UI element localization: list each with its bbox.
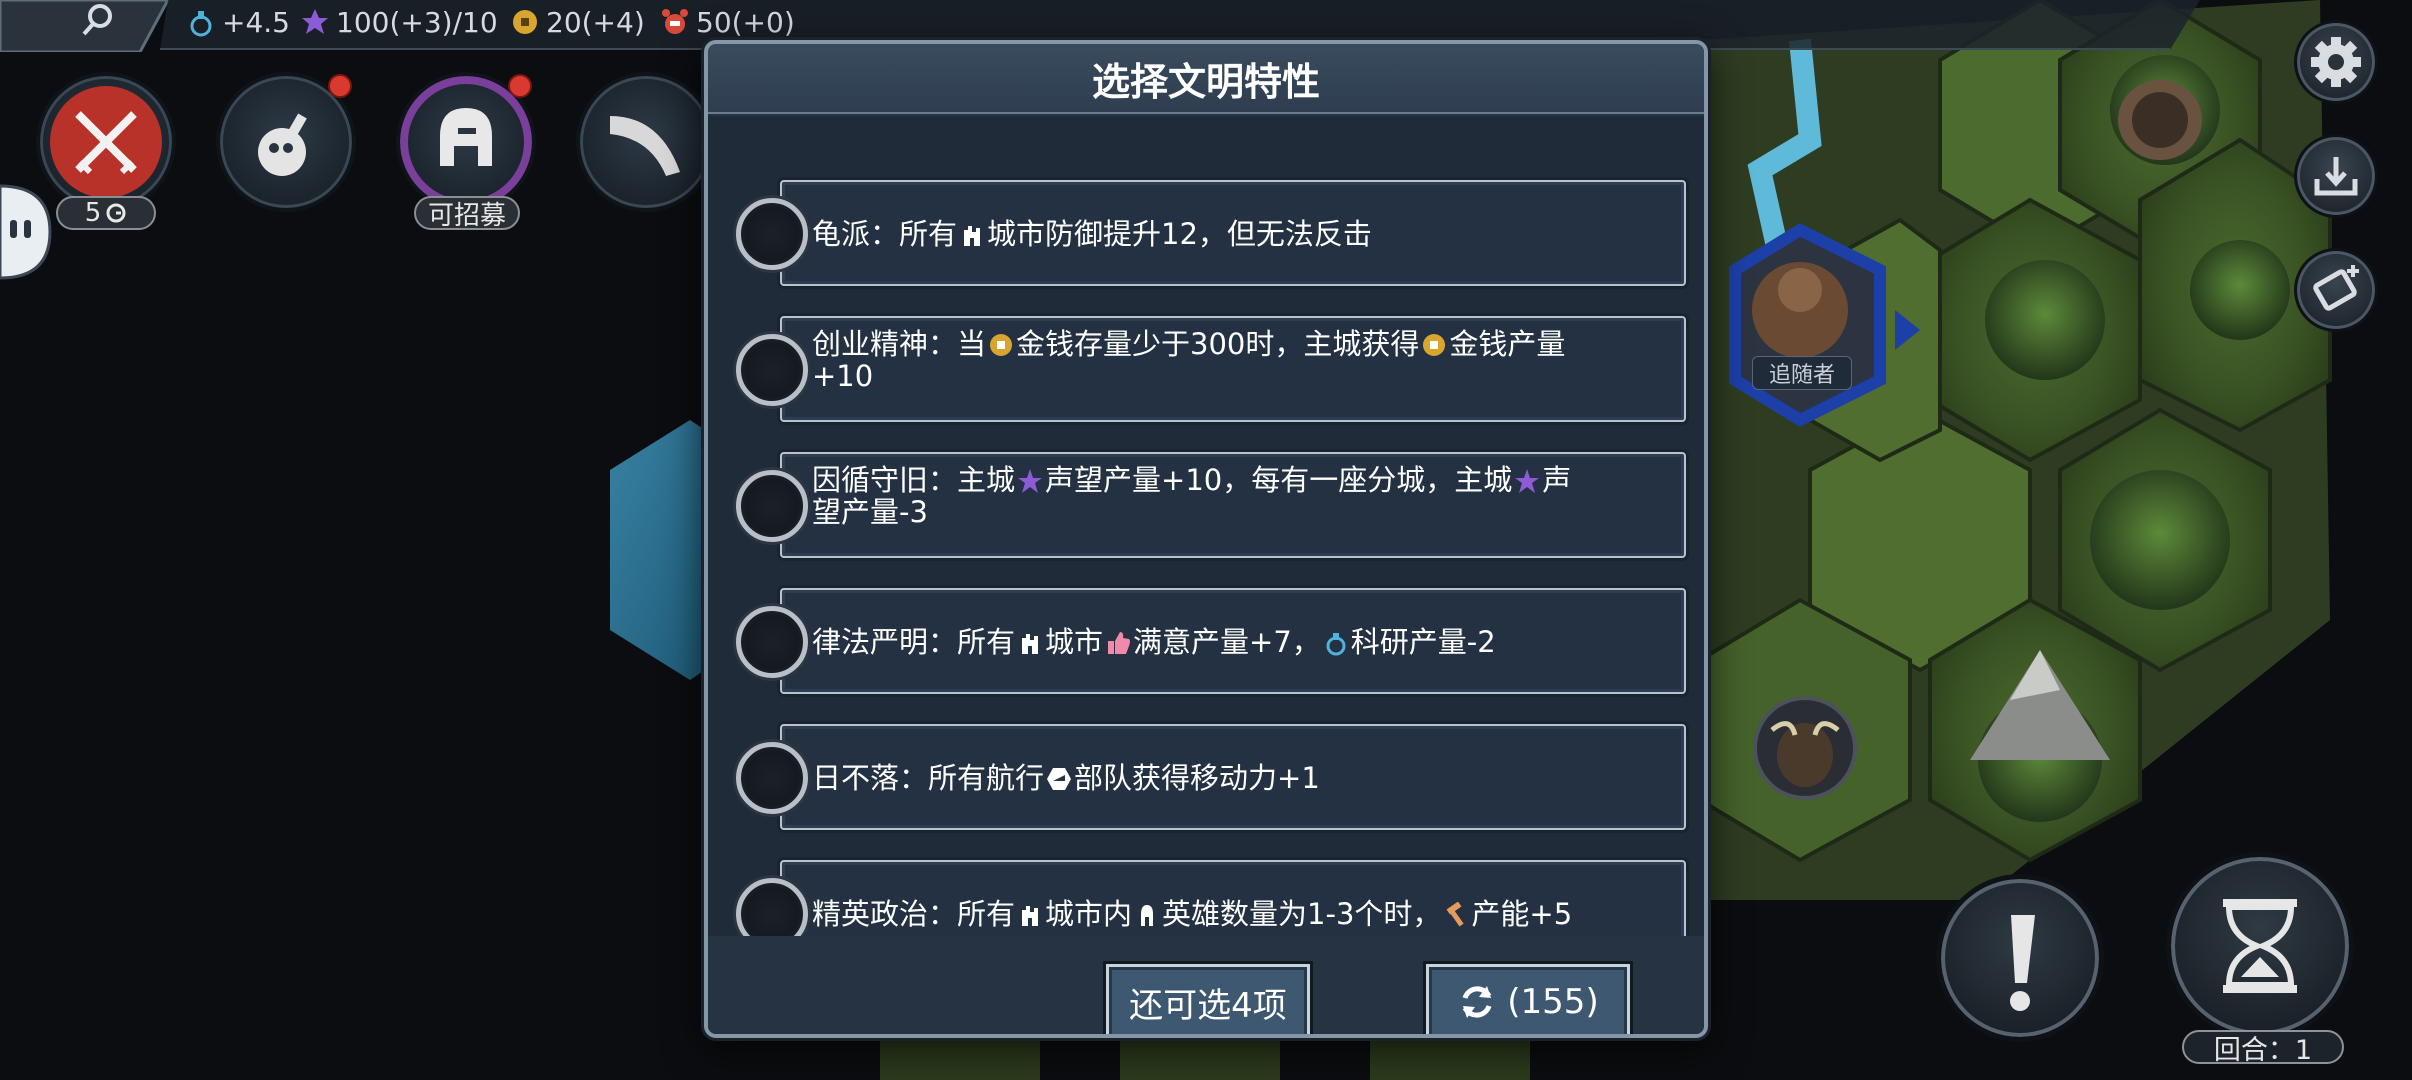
- trait-text-part: 创业精神：当: [812, 327, 987, 361]
- trait-text: 龟派：所有 城市防御提升12，但无法反击: [812, 218, 1672, 250]
- coin-icon: [1423, 334, 1446, 356]
- science-value: +4.5: [222, 5, 290, 39]
- trait-text: 日不落：所有航行 部队获得移动力+1: [812, 762, 1672, 794]
- remaining-selections-label: 还可选4项: [1129, 985, 1287, 1026]
- hammer-icon: [1446, 902, 1465, 927]
- gold-resource[interactable]: 20(+4): [510, 4, 645, 40]
- trait-text-part: 金钱产量: [1449, 327, 1566, 361]
- alert-button[interactable]: [1936, 874, 2104, 1042]
- refresh-icon: [1462, 986, 1492, 1018]
- search-tab[interactable]: [0, 0, 170, 52]
- trait-text-part: 望产量-3: [812, 495, 928, 529]
- trait-text-part: 律法严明：所有: [812, 625, 1016, 659]
- trait-option-turtle[interactable]: 龟派：所有 城市防御提升12，但无法反击: [720, 162, 1698, 286]
- trait-text-part: 日不落：所有航行: [812, 761, 1045, 795]
- trait-text: 创业精神：当 金钱存量少于300时，主城获得 金钱产量 +10: [812, 328, 1672, 392]
- trait-option-rule-of-law[interactable]: 律法严明：所有 城市 满意产量+7， 科研产量-2: [720, 570, 1698, 694]
- trait-text: 律法严明：所有 城市 满意产量+7， 科研产量-2: [812, 626, 1672, 658]
- trait-text-part: 因循守旧：主城: [812, 463, 1016, 497]
- gold-value: 20(+4): [546, 5, 645, 39]
- prestige-value: 100(+3)/10: [336, 5, 498, 39]
- end-turn-button[interactable]: [2166, 852, 2354, 1040]
- war-count-badge: 5: [56, 196, 156, 230]
- refresh-cost: (155): [1507, 982, 1599, 1022]
- trait-text-part: 科研产量-2: [1350, 625, 1496, 659]
- trait-text: 精英政治：所有 城市内 英雄数量为1-3个时， 产能+5: [812, 898, 1672, 930]
- dialog-title: 选择文明特性: [708, 44, 1704, 114]
- horn-button[interactable]: [576, 72, 716, 212]
- prestige-resource[interactable]: 100(+3)/10: [300, 4, 498, 40]
- trait-text-part: 声: [1542, 463, 1572, 497]
- flask-icon: [190, 11, 212, 37]
- settings-button[interactable]: [2294, 20, 2378, 104]
- chat-bubble-button[interactable]: [0, 184, 52, 280]
- trait-text-part: 城市: [1045, 625, 1104, 659]
- timer-icon: [106, 203, 126, 223]
- hero-icon: [1141, 905, 1154, 926]
- food-value: 50(+0): [696, 5, 795, 39]
- refresh-button[interactable]: (155): [1426, 964, 1630, 1034]
- star-icon: [1515, 469, 1540, 493]
- war-button[interactable]: [36, 72, 176, 212]
- city-icon: [964, 226, 981, 246]
- trait-option-never-setting-sun[interactable]: 日不落：所有航行 部队获得移动力+1: [720, 706, 1698, 830]
- star-icon: [1018, 469, 1043, 493]
- trait-radio[interactable]: [736, 334, 808, 406]
- war-count: 5: [84, 198, 102, 228]
- trait-text-part: 金钱存量少于300时，主城获得: [1016, 327, 1420, 361]
- trait-radio[interactable]: [736, 198, 808, 270]
- turn-counter: 回合：1: [2182, 1030, 2344, 1066]
- resource-bar: +4.5 100(+3)/10 20(+4) 50(+0): [0, 0, 2200, 52]
- potion-notification-dot: [328, 74, 352, 98]
- city-icon: [1022, 906, 1039, 926]
- dialog-footer: 还可选4项 (155): [708, 936, 1704, 1034]
- trait-text: 因循守旧：主城 声望产量+10，每有一座分城，主城声望产量-3: [812, 464, 1672, 528]
- trait-text-part: 城市防御提升12，但无法反击: [987, 217, 1372, 251]
- follower-label: 追随者: [1752, 356, 1852, 390]
- trait-option-entrepreneurship[interactable]: 创业精神：当 金钱存量少于300时，主城获得 金钱产量 +10: [720, 298, 1698, 422]
- pause-icon: [10, 220, 17, 238]
- trait-radio[interactable]: [736, 470, 808, 542]
- trait-text-part: 城市内: [1045, 897, 1133, 931]
- gear-icon: [2311, 37, 2361, 87]
- coin-icon: [513, 10, 537, 34]
- remaining-selections-button[interactable]: 还可选4项: [1106, 964, 1310, 1034]
- trait-radio[interactable]: [736, 742, 808, 814]
- trait-text-part: 声望产量+10，每有一座分城，主城: [1045, 463, 1513, 497]
- ticket-plus-icon: [2313, 265, 2359, 311]
- ticket-button[interactable]: [2294, 248, 2378, 332]
- science-resource[interactable]: +4.5: [186, 4, 290, 40]
- save-button[interactable]: [2294, 134, 2378, 218]
- civilization-trait-dialog: 选择文明特性 龟派：所有 城市防御提升12，但无法反击 创业精神：当 金钱存量少于3…: [704, 40, 1708, 1038]
- recruit-badge: 可招募: [414, 196, 520, 231]
- trait-text-part: +10: [812, 359, 874, 393]
- star-icon: [302, 9, 328, 34]
- trait-text-part: 满意产量+7，: [1133, 625, 1321, 659]
- trait-text-part: 龟派：所有: [812, 217, 958, 251]
- city-icon: [1022, 634, 1039, 654]
- coin-icon: [990, 334, 1013, 356]
- recruit-notification-dot: [508, 74, 532, 98]
- trait-option-list[interactable]: 龟派：所有 城市防御提升12，但无法反击 创业精神：当 金钱存量少于300时，主城获…: [708, 116, 1704, 936]
- hourglass-icon: [2223, 899, 2297, 993]
- trait-text-part: 英雄数量为1-3个时，: [1162, 897, 1442, 931]
- trait-option-conservatism[interactable]: 因循守旧：主城 声望产量+10，每有一座分城，主城声望产量-3: [720, 434, 1698, 558]
- exclamation-icon: [2010, 915, 2035, 1011]
- food-resource[interactable]: 50(+0): [660, 4, 795, 40]
- thumbs-up-icon: [1108, 632, 1131, 654]
- crossed-swords-icon: [50, 86, 162, 198]
- trait-text-part: 产能+5: [1471, 897, 1573, 931]
- ship-icon: [1047, 768, 1072, 790]
- trait-text-part: 部队获得移动力+1: [1074, 761, 1320, 795]
- flask-icon: [1326, 633, 1346, 656]
- alarm-icon: [662, 9, 688, 34]
- download-tray-icon: [2314, 157, 2358, 196]
- trait-radio[interactable]: [736, 606, 808, 678]
- horn-icon: [610, 116, 680, 176]
- trait-option-meritocracy[interactable]: 精英政治：所有 城市内 英雄数量为1-3个时， 产能+5: [720, 842, 1698, 936]
- trait-text-part: 精英政治：所有: [812, 897, 1016, 931]
